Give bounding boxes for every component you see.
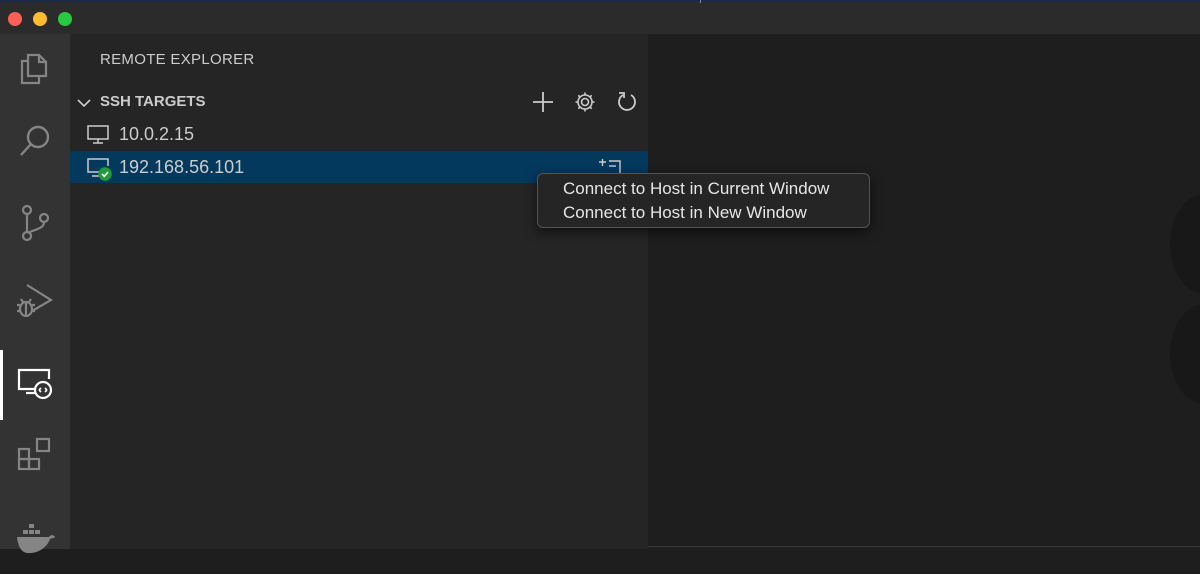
context-menu: Connect to Host in Current Window Connec… (537, 173, 870, 228)
extensions-icon (17, 437, 51, 471)
section-title: SSH TARGETS (100, 93, 206, 110)
menu-item-connect-current-window[interactable]: Connect to Host in Current Window (538, 179, 869, 201)
window-minimize-button[interactable] (33, 12, 47, 26)
titlebar-marker (700, 0, 701, 3)
host-label: 10.0.2.15 (119, 124, 195, 144)
background-watermark-shape (1170, 194, 1200, 294)
run-debug-icon (17, 284, 54, 318)
add-icon (533, 92, 553, 112)
background-watermark-shape (1170, 304, 1200, 404)
remote-explorer-sidebar: REMOTE EXPLORER SSH TARGETS 10.0.2.15 19… (70, 34, 648, 549)
chevron-down-icon[interactable] (76, 95, 92, 111)
sidebar-title: REMOTE EXPLORER (100, 51, 255, 68)
titlebar-top-border (0, 0, 1200, 2)
remote-explorer-icon (17, 368, 53, 400)
configure-button[interactable] (572, 89, 598, 115)
files-icon (20, 53, 48, 85)
host-label: 192.168.56.101 (119, 157, 245, 177)
refresh-button[interactable] (614, 89, 640, 115)
host-row[interactable]: 10.0.2.15 (70, 118, 648, 150)
window-close-button[interactable] (8, 12, 22, 26)
activity-docker[interactable] (0, 504, 70, 574)
refresh-icon (618, 92, 636, 111)
activity-bar (0, 34, 70, 554)
activity-remote-explorer[interactable] (0, 348, 70, 420)
monitor-connected-icon (87, 158, 112, 181)
monitor-icon (87, 125, 109, 144)
docker-icon (17, 524, 55, 554)
window-maximize-button[interactable] (58, 12, 72, 26)
menu-item-connect-new-window[interactable]: Connect to Host in New Window (538, 203, 869, 225)
activity-search[interactable] (0, 106, 70, 176)
editor-area (648, 34, 1200, 549)
source-control-icon (21, 204, 50, 242)
activity-source-control[interactable] (0, 188, 70, 258)
editor-bottom-border (648, 546, 1200, 547)
gear-icon (575, 92, 595, 112)
activity-explorer[interactable] (0, 34, 70, 104)
activity-run-debug[interactable] (0, 266, 70, 336)
search-icon (20, 125, 50, 156)
add-host-button[interactable] (530, 89, 556, 115)
window-titlebar (0, 0, 1200, 34)
ssh-targets-section-header[interactable]: SSH TARGETS (70, 89, 648, 117)
activity-extensions[interactable] (0, 420, 70, 490)
